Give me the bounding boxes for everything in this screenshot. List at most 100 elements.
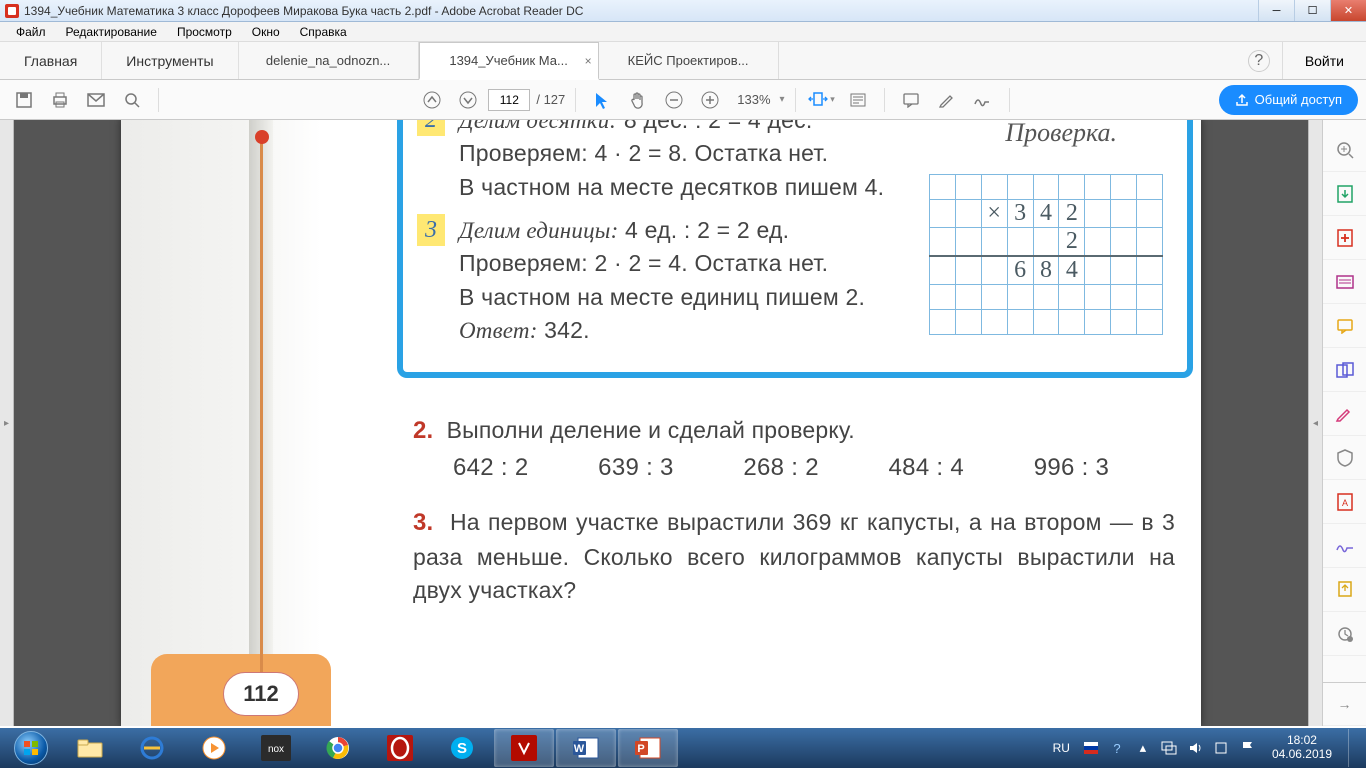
- tabs-row: Главная Инструменты delenie_na_odnozn...…: [0, 42, 1366, 80]
- taskbar-explorer-icon[interactable]: [60, 729, 120, 767]
- svg-text:P: P: [637, 743, 644, 755]
- doc-tab-2-label: 1394_Учебник Ма...: [449, 53, 568, 68]
- tray-network-icon[interactable]: [1160, 739, 1178, 757]
- check-grid: ×342 2 684: [929, 174, 1163, 326]
- doc-tab-1[interactable]: delenie_na_odnozn...: [239, 42, 419, 79]
- reflow-icon[interactable]: [842, 84, 874, 116]
- task-2-items: 642 : 2 639 : 3 268 : 2 484 : 4 996 : 3: [453, 454, 1109, 482]
- save-icon[interactable]: [8, 84, 40, 116]
- doc-tab-3-label: КЕЙС Проектиров...: [628, 53, 749, 68]
- close-tab-icon[interactable]: ×: [585, 54, 592, 68]
- window-maximize[interactable]: ☐: [1294, 0, 1330, 21]
- page-indicator: / 127: [488, 89, 565, 111]
- comment-icon[interactable]: [895, 84, 927, 116]
- menu-edit[interactable]: Редактирование: [56, 23, 167, 41]
- svg-text:W: W: [574, 743, 585, 755]
- fit-width-icon[interactable]: ▾: [806, 84, 838, 116]
- window-close[interactable]: ✕: [1330, 0, 1366, 21]
- taskbar-nox-icon[interactable]: nox: [246, 729, 306, 767]
- page-badge: 112: [151, 654, 331, 726]
- proverka-label: Проверка.: [1005, 120, 1117, 148]
- taskbar-acrobat-icon[interactable]: [494, 729, 554, 767]
- tray-lang[interactable]: RU: [1049, 739, 1074, 757]
- zoom-out-icon[interactable]: [658, 84, 690, 116]
- tool-search-icon[interactable]: [1323, 128, 1366, 172]
- tool-protect-icon[interactable]: A: [1323, 480, 1366, 524]
- tray-flag-icon[interactable]: [1082, 739, 1100, 757]
- right-panel-toggle[interactable]: ◂: [1308, 120, 1322, 726]
- left-panel-toggle[interactable]: ▸: [0, 120, 14, 726]
- share-button[interactable]: Общий доступ: [1219, 85, 1358, 115]
- task-3: 3. На первом участке вырастили 369 кг ка…: [413, 506, 1175, 607]
- tool-combine-icon[interactable]: [1323, 348, 1366, 392]
- tray-up-icon[interactable]: ▴: [1134, 739, 1152, 757]
- step-3-text: Делим единицы: 4 ед. : 2 = 2 ед. Проверя…: [459, 214, 989, 347]
- login-button[interactable]: Войти: [1282, 42, 1366, 79]
- tool-fill-sign-icon[interactable]: [1323, 524, 1366, 568]
- taskbar-skype-icon[interactable]: S: [432, 729, 492, 767]
- tool-redact-icon[interactable]: [1323, 436, 1366, 480]
- pointer-icon[interactable]: [586, 84, 618, 116]
- taskbar: nox S W P RU ? ▴ 18:02 04.06.2019: [0, 728, 1366, 768]
- tray-help-icon[interactable]: ?: [1108, 739, 1126, 757]
- taskbar-word-icon[interactable]: W: [556, 729, 616, 767]
- svg-text:S: S: [457, 740, 467, 757]
- tab-tools[interactable]: Инструменты: [102, 42, 238, 79]
- tool-edit-pdf-icon[interactable]: [1323, 260, 1366, 304]
- zoom-value[interactable]: 133%▾: [730, 89, 784, 110]
- pdf-page: Проверка. 2 Делим десятки: 8 дес. : 2 = …: [121, 120, 1201, 726]
- taskbar-powerpoint-icon[interactable]: P: [618, 729, 678, 767]
- tool-more-icon[interactable]: [1323, 612, 1366, 656]
- taskbar-opera-icon[interactable]: [370, 729, 430, 767]
- hand-icon[interactable]: [622, 84, 654, 116]
- window-title: 1394_Учебник Математика 3 класс Дорофеев…: [24, 4, 1258, 18]
- tool-create-pdf-icon[interactable]: [1323, 216, 1366, 260]
- toolbar: / 127 133%▾ ▾ Общий доступ: [0, 80, 1366, 120]
- window-minimize[interactable]: ─: [1258, 0, 1294, 21]
- zoom-in-icon[interactable]: [694, 84, 726, 116]
- tray-clock[interactable]: 18:02 04.06.2019: [1264, 734, 1340, 762]
- tray-sound-icon[interactable]: [1186, 739, 1204, 757]
- search-icon[interactable]: [116, 84, 148, 116]
- menu-help[interactable]: Справка: [290, 23, 357, 41]
- show-desktop[interactable]: [1348, 729, 1358, 767]
- document-view[interactable]: Проверка. 2 Делим десятки: 8 дес. : 2 = …: [14, 120, 1308, 726]
- sign-icon[interactable]: [967, 84, 999, 116]
- taskbar-wmp-icon[interactable]: [184, 729, 244, 767]
- step-3-badge: 3: [417, 214, 445, 246]
- tray-action-icon[interactable]: [1212, 739, 1230, 757]
- taskbar-ie-icon[interactable]: [122, 729, 182, 767]
- help-icon[interactable]: ?: [1248, 50, 1270, 72]
- tray-date: 04.06.2019: [1272, 748, 1332, 762]
- highlight-icon[interactable]: [931, 84, 963, 116]
- system-tray: RU ? ▴ 18:02 04.06.2019: [1049, 728, 1362, 768]
- page-number: 112: [223, 672, 299, 716]
- step-2-badge: 2: [417, 120, 445, 136]
- taskbar-chrome-icon[interactable]: [308, 729, 368, 767]
- start-button[interactable]: [4, 729, 58, 767]
- page-down-icon[interactable]: [452, 84, 484, 116]
- print-icon[interactable]: [44, 84, 76, 116]
- doc-tab-2[interactable]: 1394_Учебник Ма... ×: [419, 42, 599, 80]
- task-2: 2. Выполни деление и сделай проверку.: [413, 414, 855, 449]
- menu-window[interactable]: Окно: [242, 23, 290, 41]
- app-icon: [4, 3, 20, 19]
- mail-icon[interactable]: [80, 84, 112, 116]
- menu-view[interactable]: Просмотр: [167, 23, 242, 41]
- svg-text:A: A: [1341, 498, 1347, 508]
- step-2-text: Делим десятки: 8 дес. : 2 = 4 дес. Прове…: [459, 120, 989, 204]
- doc-tab-3[interactable]: КЕЙС Проектиров...: [599, 42, 779, 79]
- share-label: Общий доступ: [1255, 92, 1342, 107]
- window-titlebar: 1394_Учебник Математика 3 класс Дорофеев…: [0, 0, 1366, 22]
- tray-flag2-icon[interactable]: [1238, 739, 1256, 757]
- tab-home[interactable]: Главная: [0, 42, 102, 79]
- svg-text:nox: nox: [268, 744, 284, 755]
- page-input[interactable]: [488, 89, 530, 111]
- page-up-icon[interactable]: [416, 84, 448, 116]
- tool-export-pdf-icon[interactable]: [1323, 172, 1366, 216]
- tool-comment-icon[interactable]: [1323, 304, 1366, 348]
- menu-file[interactable]: Файл: [6, 23, 56, 41]
- tool-compress-icon[interactable]: [1323, 392, 1366, 436]
- tool-collapse-icon[interactable]: →: [1323, 682, 1366, 726]
- tool-send-icon[interactable]: [1323, 568, 1366, 612]
